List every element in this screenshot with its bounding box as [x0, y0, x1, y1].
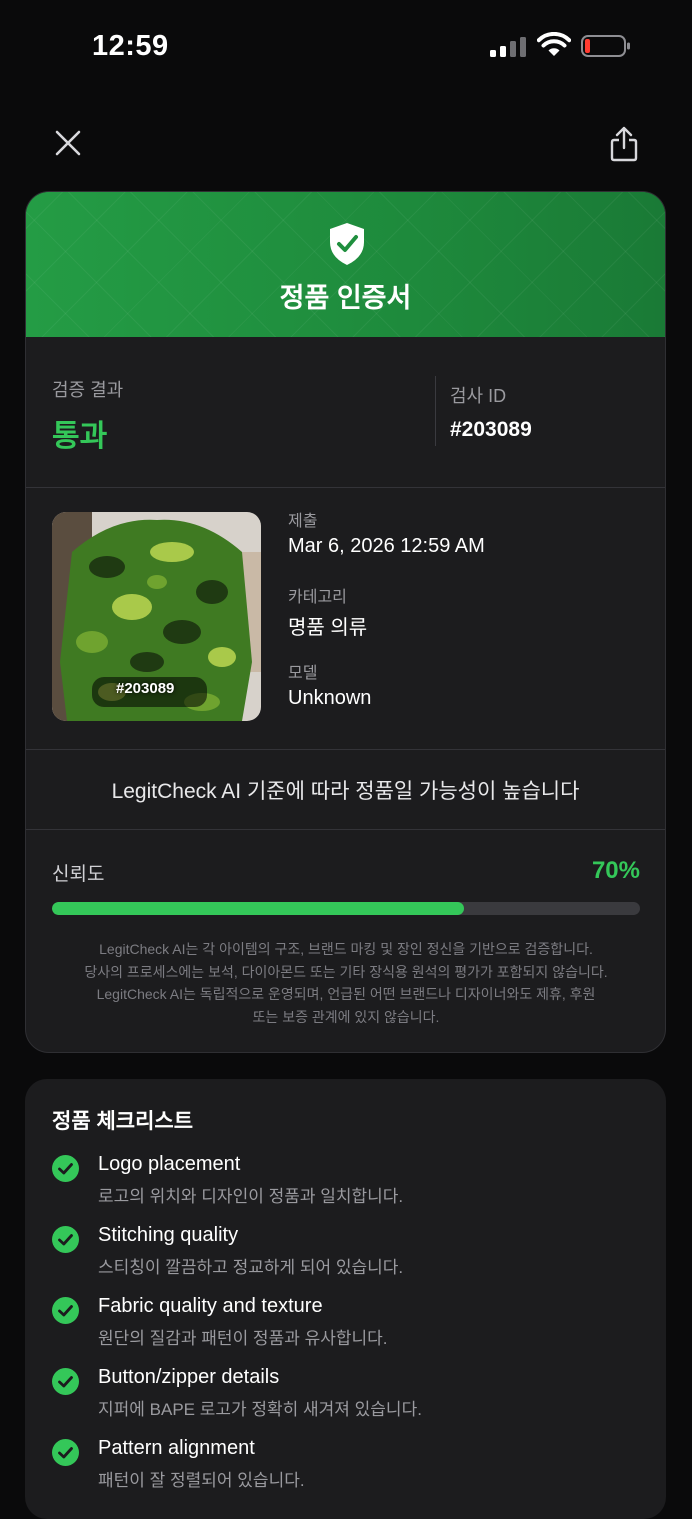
checklist-item-desc: 원단의 질감과 패턴이 정품과 유사합니다.	[98, 1329, 388, 1348]
confidence-bar	[52, 902, 640, 915]
battery-icon	[581, 35, 630, 57]
verdict-message: LegitCheck AI 기준에 따라 정품일 가능성이 높습니다	[111, 780, 580, 803]
confidence-value: 70%	[591, 857, 640, 884]
checklist-item: Pattern alignment 패턴이 잘 정렬되어 있습니다.	[52, 1437, 652, 1499]
status-bar: 12:59	[0, 0, 692, 95]
result-section: 검증 결과 통과 검사 ID #203089	[26, 337, 665, 488]
check-circle-icon	[52, 1439, 79, 1466]
cellular-signal-icon	[490, 37, 526, 57]
inspection-id-label: 검사 ID	[450, 386, 507, 406]
confidence-bar-fill	[52, 902, 464, 915]
shield-check-icon	[330, 223, 364, 265]
check-circle-icon	[52, 1155, 79, 1182]
category-value: 명품 의류	[288, 617, 368, 639]
share-button[interactable]	[606, 124, 642, 164]
confidence-label: 신뢰도	[52, 864, 105, 885]
model-label: 모델	[288, 665, 318, 682]
certificate-title: 정품 인증서	[279, 283, 412, 313]
checklist-item: Logo placement 로고의 위치와 디자인이 정품과 일치합니다.	[52, 1153, 652, 1215]
inspection-id-value: #203089	[450, 418, 532, 441]
model-value: Unknown	[288, 687, 372, 709]
certificate-header: 정품 인증서	[26, 192, 665, 337]
checklist-item-name: Logo placement	[98, 1153, 241, 1175]
disclaimer-line: 당사의 프로세스에는 보석, 다이아몬드 또는 기타 장식용 원석의 평가가 포…	[84, 963, 608, 980]
checklist-item-name: Button/zipper details	[98, 1366, 280, 1388]
divider	[435, 376, 436, 446]
checklist-title: 정품 체크리스트	[52, 1110, 194, 1133]
checklist-item-desc: 지퍼에 BAPE 로고가 정확히 새겨져 있습니다.	[98, 1400, 422, 1419]
result-value: 통과	[52, 420, 108, 453]
checklist-item-name: Fabric quality and texture	[98, 1295, 323, 1317]
check-circle-icon	[52, 1368, 79, 1395]
checklist-item: Fabric quality and texture 원단의 질감과 패턴이 정…	[52, 1295, 652, 1357]
close-button[interactable]	[50, 125, 86, 161]
checklist-item: Button/zipper details 지퍼에 BAPE 로고가 정확히 새…	[52, 1366, 652, 1428]
wifi-icon	[537, 32, 571, 56]
share-icon	[610, 126, 638, 162]
detail-section: #203089 제출 Mar 6, 2026 12:59 AM 카테고리 명품 …	[26, 487, 665, 750]
checklist-item-desc: 패턴이 잘 정렬되어 있습니다.	[98, 1471, 305, 1490]
checklist-card: 정품 체크리스트 Logo placement 로고의 위치와 디자인이 정품과…	[25, 1079, 666, 1519]
checklist-item-name: Pattern alignment	[98, 1437, 255, 1459]
disclaimer: LegitCheck AI는 각 아이템의 구조, 브랜드 마킹 및 장인 정신…	[52, 938, 640, 1028]
checklist-item-desc: 로고의 위치와 디자인이 정품과 일치합니다.	[98, 1187, 404, 1206]
disclaimer-line: LegitCheck AI는 독립적으로 운영되며, 언급된 어떤 브랜드나 디…	[96, 986, 596, 1002]
disclaimer-line: LegitCheck AI는 각 아이템의 구조, 브랜드 마킹 및 장인 정신…	[99, 941, 593, 957]
submitted-value: Mar 6, 2026 12:59 AM	[288, 535, 485, 557]
check-circle-icon	[52, 1297, 79, 1324]
certificate-card: 정품 인증서 검증 결과 통과 검사 ID #203089 #203089 제출…	[25, 191, 666, 1053]
result-label: 검증 결과	[52, 380, 124, 400]
disclaimer-line: 또는 보증 관계에 있지 않습니다.	[252, 1008, 440, 1025]
checklist-item-desc: 스티칭이 깔끔하고 정교하게 되어 있습니다.	[98, 1258, 404, 1277]
category-label: 카테고리	[288, 589, 347, 606]
image-id-tag: #203089	[116, 680, 175, 697]
submitted-label: 제출	[288, 513, 318, 530]
status-time: 12:59	[92, 30, 169, 62]
close-icon	[55, 130, 81, 156]
verdict-message-section: LegitCheck AI 기준에 따라 정품일 가능성이 높습니다	[26, 749, 665, 830]
checklist-item: Stitching quality 스티칭이 깔끔하고 정교하게 되어 있습니다…	[52, 1224, 652, 1286]
check-circle-icon	[52, 1226, 79, 1253]
product-image: #203089	[52, 512, 261, 721]
checklist-item-name: Stitching quality	[98, 1224, 239, 1246]
